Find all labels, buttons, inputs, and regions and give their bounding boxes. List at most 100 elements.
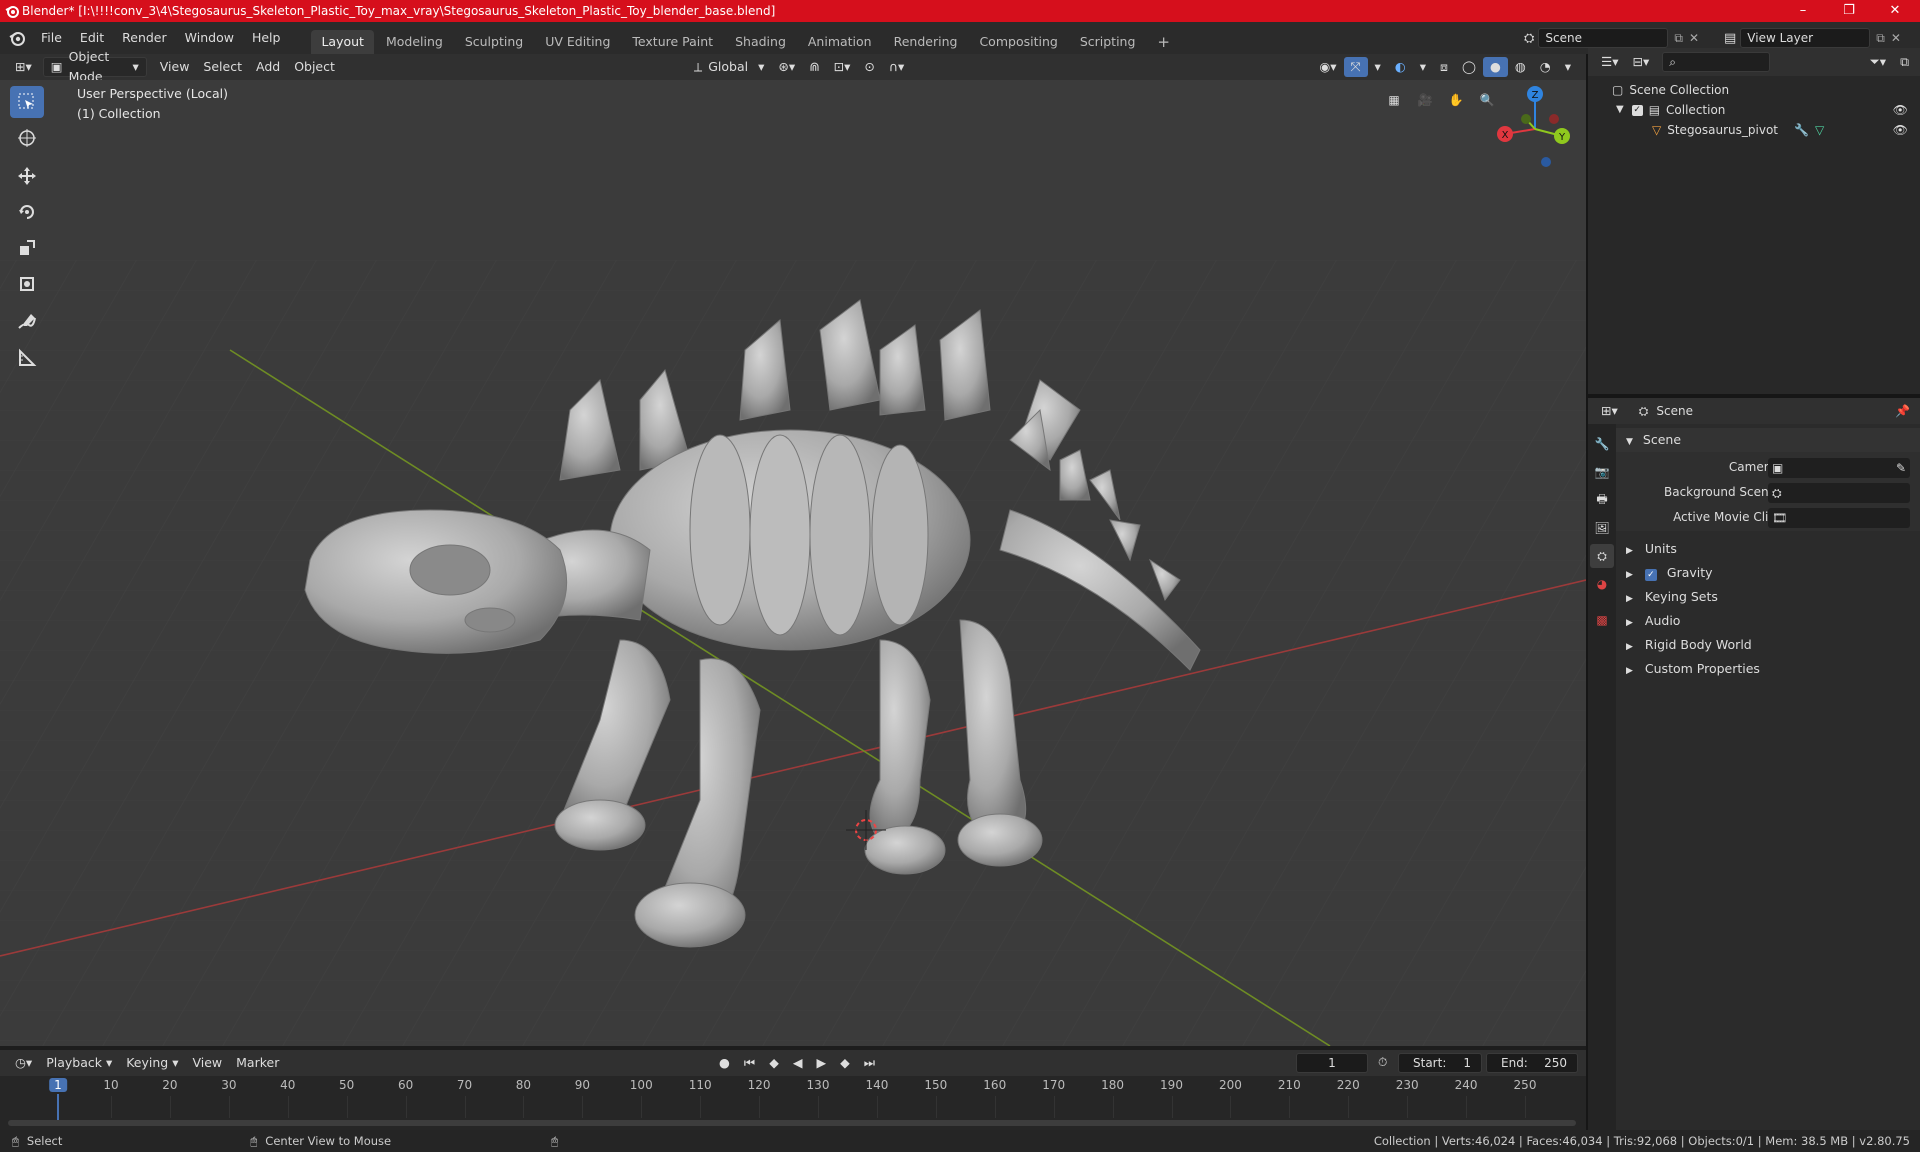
timeline-ruler[interactable]: 1 10 20 30 40 50 60 70 80 90 100 110 120 130 140 150 160… <box>0 1076 1586 1096</box>
stopwatch-icon[interactable]: ⏱ <box>1378 1055 1387 1070</box>
gizmo-dropdown-icon[interactable]: ▾ <box>1368 57 1388 77</box>
maximize-button[interactable]: ❐ <box>1826 0 1872 22</box>
tab-compositing[interactable]: Compositing <box>969 30 1067 54</box>
mesh-data-icon[interactable]: ▽ <box>1815 120 1824 140</box>
pin-icon[interactable]: 📌 <box>1895 404 1910 418</box>
eyedropper-icon[interactable]: ✎ <box>1896 461 1906 475</box>
menu-object[interactable]: Object <box>287 57 342 77</box>
menu-help[interactable]: Help <box>243 22 290 54</box>
play-reverse-icon[interactable]: ◀ <box>786 1053 810 1073</box>
jump-start-icon[interactable]: ⏮ <box>737 1053 762 1073</box>
timeline-panel[interactable]: 1 10 20 30 40 50 60 70 80 90 100 110 120 130 140 150 160… <box>0 1076 1586 1130</box>
annotate-tool[interactable] <box>10 306 44 338</box>
tab-render-icon[interactable]: 📷 <box>1590 460 1614 484</box>
start-frame-field[interactable]: Start: 1 <box>1398 1053 1482 1073</box>
expand-arrow-icon[interactable]: ▼ <box>1616 100 1624 120</box>
tab-uv-editing[interactable]: UV Editing <box>535 30 620 54</box>
toggle-ortho-icon[interactable]: ▦ <box>1380 86 1408 114</box>
eye-icon[interactable]: 👁 <box>1893 120 1908 140</box>
camera-selector[interactable]: ▣ ✎ <box>1768 458 1910 478</box>
new-scene-icon[interactable]: ⧉ <box>1674 31 1683 46</box>
shading-rendered-icon[interactable]: ◔ <box>1533 57 1558 77</box>
shading-material-icon[interactable]: ◍ <box>1508 57 1533 77</box>
tab-scene-icon[interactable]: ⛭ <box>1590 544 1614 568</box>
minimize-button[interactable]: – <box>1780 0 1826 22</box>
menu-playback[interactable]: Playback ▾ <box>39 1053 119 1073</box>
tab-output-icon[interactable]: 🖶 <box>1590 488 1614 512</box>
tab-tool-icon[interactable]: 🔧 <box>1590 432 1614 456</box>
tab-view-layer-icon[interactable]: 🖼 <box>1590 516 1614 540</box>
camera-field[interactable]: Camera ▣ ✎ <box>1616 456 1920 481</box>
display-mode-icon[interactable]: ⊟▾ <box>1625 52 1656 72</box>
menu-file[interactable]: File <box>32 22 71 54</box>
scale-tool[interactable] <box>10 232 44 264</box>
new-collection-icon[interactable]: ⧉ <box>1893 52 1916 72</box>
gizmo-toggle-icon[interactable]: ⤧ <box>1343 57 1368 77</box>
filter-icon[interactable]: ⏷▾ <box>1863 52 1893 72</box>
xray-icon[interactable]: ⧈ <box>1433 57 1455 77</box>
section-units[interactable]: ▶ Units <box>1616 537 1920 561</box>
menu-select[interactable]: Select <box>196 57 249 77</box>
outliner-row-object[interactable]: ▽ Stegosaurus_pivot 🔧 ▽ 👁 <box>1588 120 1920 140</box>
cursor-tool[interactable] <box>10 122 44 154</box>
select-box-tool[interactable] <box>10 86 44 118</box>
mode-dropdown[interactable]: ▣ Object Mode ▾ <box>42 49 147 84</box>
prev-keyframe-icon[interactable]: ◆ <box>762 1053 786 1073</box>
tab-animation[interactable]: Animation <box>798 30 882 54</box>
new-view-layer-icon[interactable]: ⧉ <box>1876 31 1885 46</box>
visibility-icon[interactable]: ◉▾ <box>1312 57 1343 77</box>
menu-keying[interactable]: Keying ▾ <box>119 1053 185 1073</box>
tab-modeling[interactable]: Modeling <box>376 30 453 54</box>
tab-sculpting[interactable]: Sculpting <box>455 30 533 54</box>
view-layer-name-field[interactable]: View Layer <box>1740 28 1871 48</box>
delete-scene-icon[interactable]: ✕ <box>1689 31 1699 45</box>
snap-icon[interactable]: ⋒ <box>802 57 826 77</box>
shading-dropdown-icon[interactable]: ▾ <box>1558 57 1578 77</box>
modifier-wrench-icon[interactable]: 🔧 <box>1794 120 1809 140</box>
tab-shading[interactable]: Shading <box>725 30 796 54</box>
measure-tool[interactable] <box>10 342 44 374</box>
blender-menu-icon[interactable] <box>8 29 26 47</box>
tab-rendering[interactable]: Rendering <box>884 30 968 54</box>
editor-type-icon[interactable]: ⊞▾ <box>8 57 39 77</box>
end-frame-field[interactable]: End: 250 <box>1486 1053 1578 1073</box>
background-scene-selector[interactable]: ⛭ <box>1768 483 1910 503</box>
section-rigid-body-world[interactable]: ▶ Rigid Body World <box>1616 633 1920 657</box>
shading-wireframe-icon[interactable]: ◯ <box>1455 57 1483 77</box>
menu-timeline-view[interactable]: View <box>185 1053 229 1073</box>
transform-orientation-dropdown[interactable]: ⟂ Global ▾ <box>687 57 772 77</box>
move-tool[interactable] <box>10 160 44 192</box>
pan-view-icon[interactable]: ✋ <box>1442 86 1470 114</box>
navigation-gizmo[interactable]: Z X Y <box>1490 84 1580 174</box>
timeline-editor-type-icon[interactable]: ◷▾ <box>8 1053 39 1073</box>
jump-end-icon[interactable]: ⏭ <box>857 1053 882 1073</box>
shading-solid-icon[interactable]: ● <box>1482 57 1508 77</box>
gravity-checkbox[interactable]: ✓ <box>1644 569 1657 581</box>
transform-tool[interactable] <box>10 268 44 300</box>
active-movie-clip-field[interactable]: Active Movie Clip 🎞 <box>1616 506 1920 531</box>
current-frame-field[interactable]: 1 <box>1296 1053 1368 1073</box>
movie-clip-selector[interactable]: 🎞 <box>1768 508 1910 528</box>
overlay-dropdown-icon[interactable]: ▾ <box>1413 57 1433 77</box>
section-gravity[interactable]: ▶ ✓ Gravity <box>1616 561 1920 585</box>
outliner-row-collection[interactable]: ▼ ✓ ▤ Collection 👁 <box>1588 100 1920 120</box>
section-audio[interactable]: ▶ Audio <box>1616 609 1920 633</box>
section-keying-sets[interactable]: ▶ Keying Sets <box>1616 585 1920 609</box>
menu-add[interactable]: Add <box>249 57 287 77</box>
pivot-point-icon[interactable]: ⊛▾ <box>771 57 802 77</box>
menu-window[interactable]: Window <box>176 22 243 54</box>
timeline-scrollbar[interactable] <box>8 1120 1576 1126</box>
snap-target-icon[interactable]: ⊡▾ <box>827 57 858 77</box>
outliner-row-scene-collection[interactable]: ▢ Scene Collection <box>1588 80 1920 100</box>
playhead[interactable]: 1 <box>49 1078 67 1092</box>
eye-icon[interactable]: 👁 <box>1893 100 1908 120</box>
checkbox-icon[interactable]: ✓ <box>1631 104 1643 116</box>
overlay-toggle-icon[interactable]: ◐ <box>1388 57 1413 77</box>
scene-name-field[interactable]: Scene <box>1538 28 1669 48</box>
record-icon[interactable]: ● <box>712 1053 737 1073</box>
tab-world-icon[interactable]: ◕ <box>1590 572 1614 596</box>
next-keyframe-icon[interactable]: ◆ <box>833 1053 857 1073</box>
falloff-icon[interactable]: ∩▾ <box>882 57 911 77</box>
camera-view-icon[interactable]: 🎥 <box>1411 86 1439 114</box>
menu-marker[interactable]: Marker <box>229 1053 286 1073</box>
